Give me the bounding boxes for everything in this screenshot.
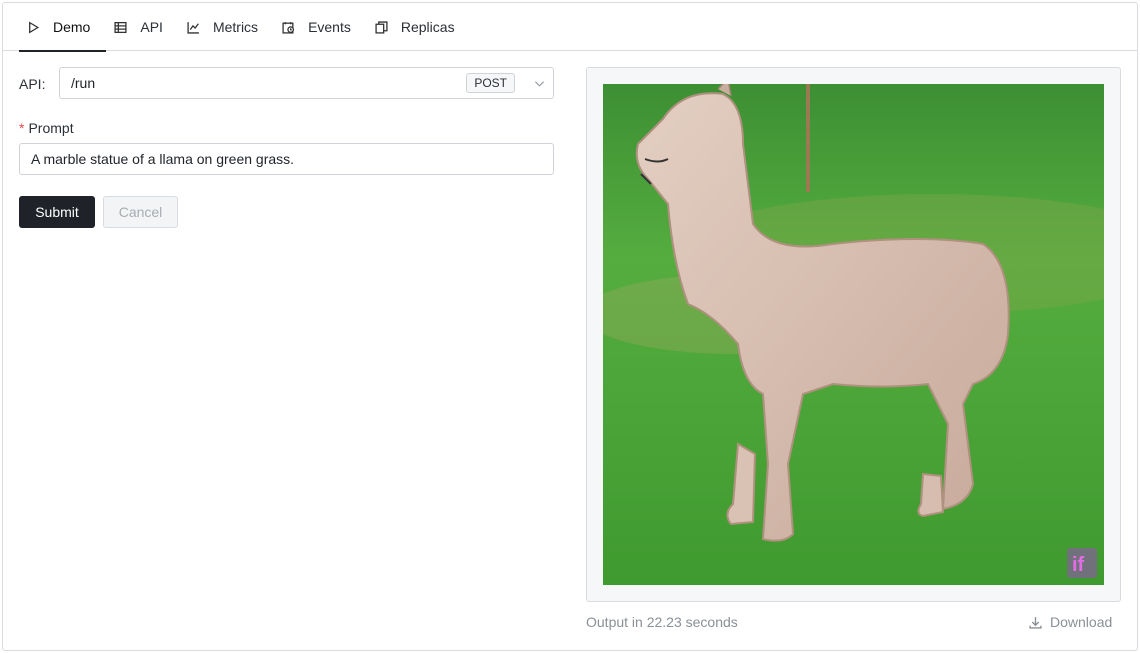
tab-events[interactable]: Events (274, 3, 367, 51)
table-icon (114, 21, 140, 34)
submit-button[interactable]: Submit (19, 196, 95, 228)
cancel-button[interactable]: Cancel (103, 196, 178, 228)
line-chart-icon (187, 21, 213, 34)
tab-replicas[interactable]: Replicas (367, 3, 471, 51)
tab-metrics[interactable]: Metrics (179, 3, 274, 51)
tab-label: Demo (53, 19, 91, 35)
prompt-input[interactable] (19, 143, 554, 175)
output-panel: if (586, 67, 1121, 602)
output-time: Output in 22.23 seconds (586, 614, 738, 630)
required-marker: * (19, 120, 25, 136)
api-endpoint-select[interactable]: /run POST (59, 67, 554, 99)
api-endpoint-value: /run (71, 75, 96, 91)
tab-label: Events (308, 19, 351, 35)
prompt-label: * Prompt (19, 120, 74, 136)
chevron-down-icon[interactable] (525, 78, 553, 89)
tab-label: Metrics (212, 19, 259, 35)
download-icon (1029, 616, 1042, 629)
play-icon (27, 20, 53, 34)
calendar-clock-icon (282, 21, 308, 34)
prompt-label-text: Prompt (28, 120, 74, 136)
api-label: API: (19, 76, 46, 92)
tab-label: Replicas (400, 19, 455, 35)
output-image: if (603, 84, 1104, 585)
app-frame: Demo API Metrics Events Replicas API: /r… (2, 2, 1138, 651)
watermark-text: if (1072, 554, 1085, 576)
tab-bar: Demo API Metrics Events Replicas (3, 3, 1137, 52)
download-label: Download (1050, 614, 1113, 630)
llama-statue-image: if (603, 84, 1104, 585)
http-method-badge: POST (466, 73, 515, 93)
download-button[interactable]: Download (1029, 614, 1112, 630)
tab-label: API (140, 19, 163, 35)
copy-icon (375, 20, 401, 34)
tab-demo[interactable]: Demo (19, 3, 107, 52)
tab-api[interactable]: API (106, 3, 179, 51)
